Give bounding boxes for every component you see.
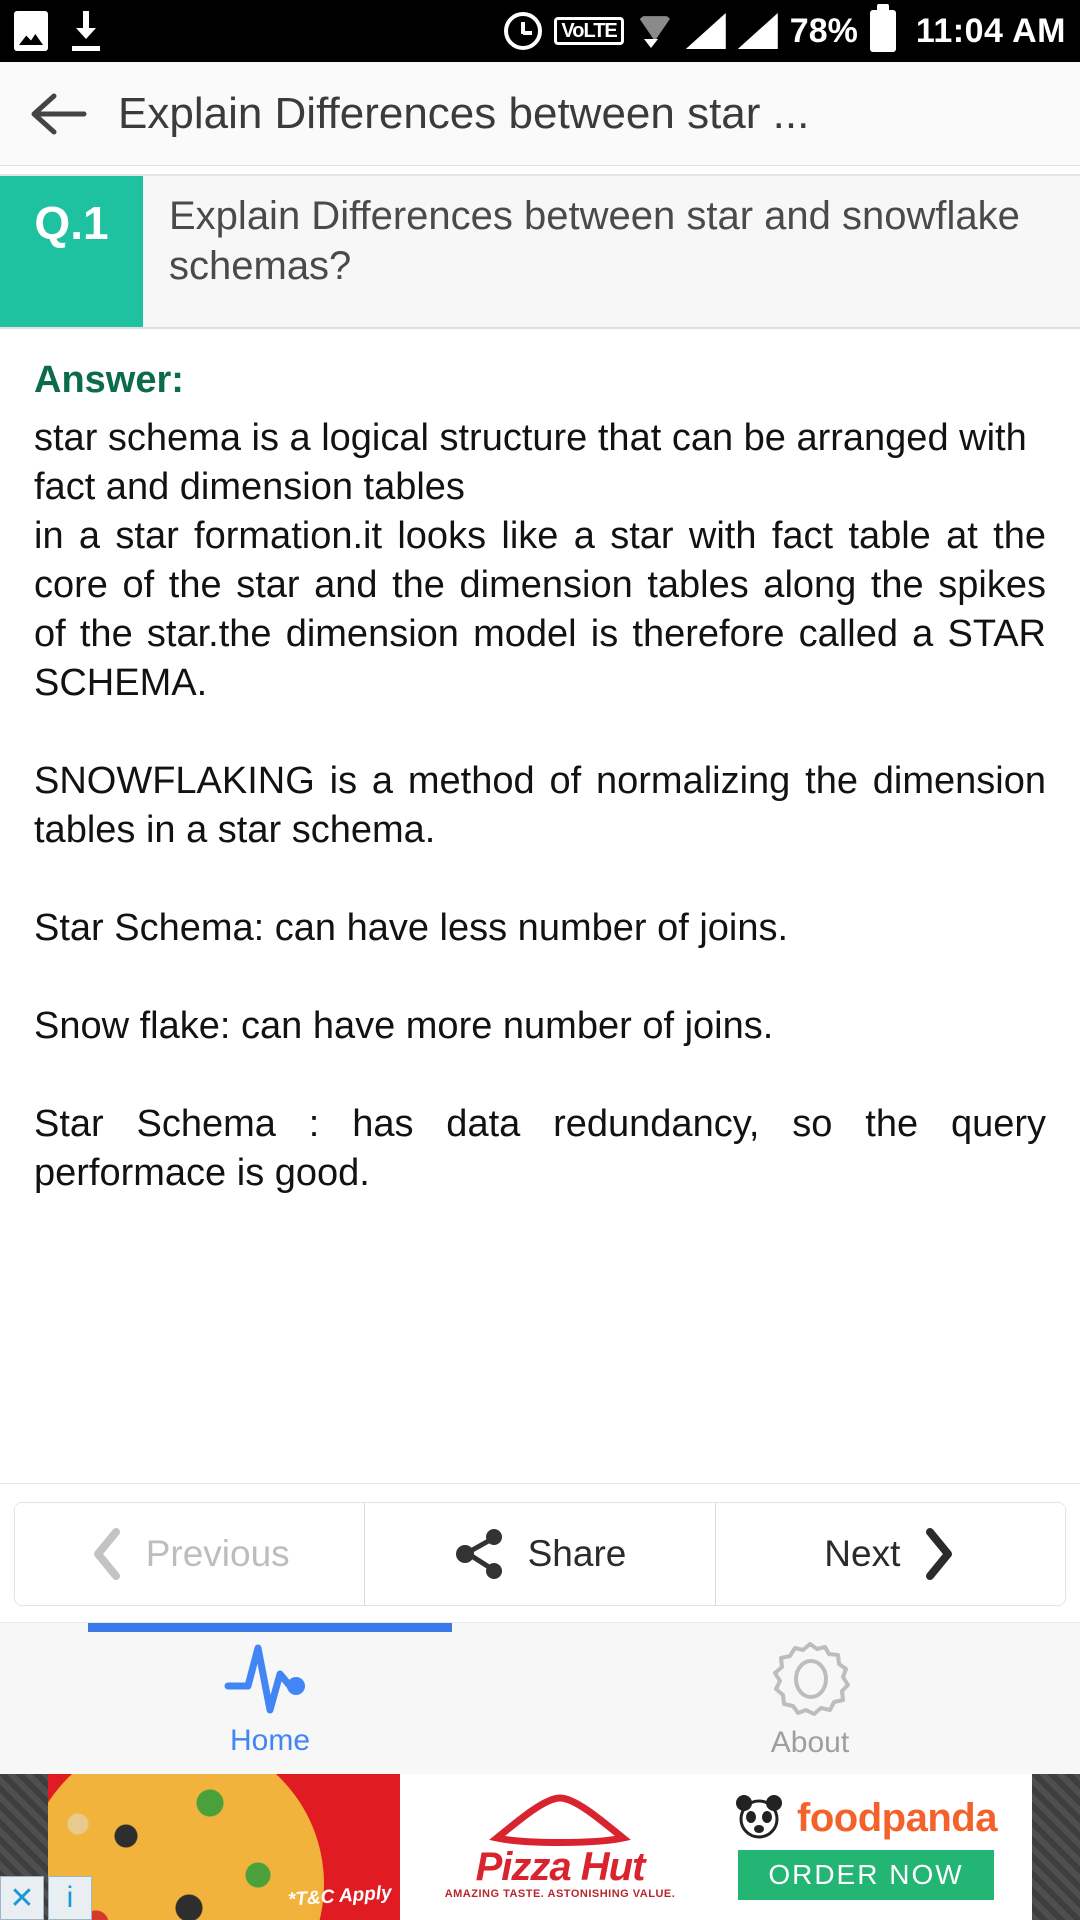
ad-content[interactable]: *T&C Apply Pizza Hut AMAZING TASTE. ASTO…: [48, 1774, 1032, 1920]
answer-paragraph: Star Schema : has data redundancy, so th…: [34, 1103, 1046, 1195]
answer-spacer: [34, 855, 1046, 904]
answer-paragraph: Snow flake: can have more number of join…: [34, 1005, 774, 1048]
question-number-badge: Q.1: [0, 176, 143, 327]
share-icon: [454, 1527, 506, 1581]
pulse-icon: [224, 1640, 316, 1718]
clock-time: 11:04 AM: [915, 11, 1066, 50]
pizzahut-tagline: AMAZING TASTE. ASTONISHING VALUE.: [444, 1888, 676, 1900]
answer-paragraph: Star Schema: can have less number of joi…: [34, 907, 789, 950]
answer-scroll-area[interactable]: Answer: star schema is a logical structu…: [0, 329, 1080, 1483]
ad-controls: ✕ i: [0, 1876, 92, 1920]
tab-active-indicator: [88, 1623, 452, 1632]
wifi-icon: [636, 14, 674, 48]
answer-paragraph: star schema is a logical structure that …: [34, 417, 1027, 509]
pizzahut-logo: Pizza Hut AMAZING TASTE. ASTONISHING VAL…: [410, 1794, 710, 1900]
app-bar: Explain Differences between star ...: [0, 62, 1080, 166]
ad-right-edge: [1032, 1774, 1080, 1920]
pizzahut-wordmark: Pizza Hut: [475, 1845, 646, 1889]
tab-home[interactable]: Home: [0, 1623, 540, 1774]
next-label: Next: [824, 1533, 901, 1574]
foodpanda-wordmark: foodpanda: [797, 1795, 997, 1840]
tab-about-label: About: [770, 1725, 850, 1759]
ad-brands: Pizza Hut AMAZING TASTE. ASTONISHING VAL…: [400, 1774, 1032, 1920]
answer-paragraph: in a star formation.it looks like a star…: [34, 515, 1046, 705]
order-now-button[interactable]: ORDER NOW: [738, 1850, 994, 1900]
app-root: VoLTE 78% 11:04 AM Explain Differences b…: [0, 0, 1080, 1920]
ad-pizza-image: *T&C Apply: [48, 1774, 400, 1920]
back-arrow-icon[interactable]: [28, 88, 92, 140]
photo-icon: [14, 11, 48, 51]
chevron-left-icon: [90, 1528, 124, 1580]
status-bar-right-icons: VoLTE 78% 11:04 AM: [504, 4, 1066, 52]
navigation-bar-wrapper: Previous Share Next: [0, 1483, 1080, 1622]
battery-icon: [869, 4, 896, 52]
page-title: Explain Differences between star ...: [118, 88, 810, 138]
pizzahut-roof-icon: [485, 1794, 635, 1846]
signal-icon-2: [737, 13, 778, 49]
answer-label: Answer:: [34, 359, 184, 401]
signal-icon-1: [685, 13, 726, 49]
volte-icon: VoLTE: [554, 17, 624, 45]
panda-icon: [735, 1794, 783, 1842]
question-card: Q.1 Explain Differences between star and…: [0, 174, 1080, 329]
answer-spacer: [34, 953, 1046, 1002]
answer-paragraph: SNOWFLAKING is a method of normalizing t…: [34, 760, 1046, 852]
ad-close-icon[interactable]: ✕: [0, 1876, 44, 1920]
tab-home-label: Home: [229, 1723, 311, 1757]
answer-spacer: [34, 1051, 1046, 1100]
answer-body: star schema is a logical structure that …: [34, 414, 1046, 1198]
question-text: Explain Differences between star and sno…: [169, 194, 1020, 288]
previous-button[interactable]: Previous: [15, 1503, 365, 1605]
navigation-bar: Previous Share Next: [14, 1502, 1066, 1606]
status-bar: VoLTE 78% 11:04 AM: [0, 0, 1080, 62]
previous-label: Previous: [145, 1533, 290, 1574]
gear-icon: [769, 1638, 851, 1720]
tab-about[interactable]: About: [540, 1623, 1080, 1774]
status-bar-left-icons: [14, 11, 102, 51]
chevron-right-icon: [922, 1528, 956, 1580]
answer-spacer: [34, 708, 1046, 757]
next-button[interactable]: Next: [715, 1503, 1065, 1605]
foodpanda-logo: foodpanda: [735, 1794, 997, 1842]
alarm-icon: [504, 12, 543, 50]
ad-info-icon[interactable]: i: [48, 1876, 92, 1920]
share-label: Share: [527, 1533, 627, 1574]
bottom-tab-bar: Home About: [0, 1622, 1080, 1774]
battery-percent: 78%: [789, 11, 858, 50]
download-icon: [70, 11, 102, 51]
foodpanda-block: foodpanda ORDER NOW: [710, 1794, 1022, 1900]
share-button[interactable]: Share: [364, 1503, 716, 1605]
ad-banner[interactable]: *T&C Apply Pizza Hut AMAZING TASTE. ASTO…: [0, 1774, 1080, 1920]
